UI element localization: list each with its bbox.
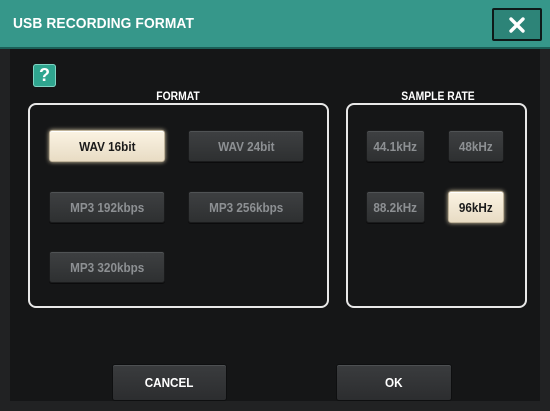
format-option-mp3-256kbps[interactable]: MP3 256kbps <box>188 191 304 223</box>
format-option-mp3-320kbps[interactable]: MP3 320kbps <box>49 251 165 283</box>
close-button[interactable] <box>492 8 542 41</box>
format-option-wav-16bit[interactable]: WAV 16bit <box>49 130 165 162</box>
format-option-mp3-192kbps[interactable]: MP3 192kbps <box>49 191 165 223</box>
sample-rate-section-label: SAMPLE RATE <box>401 91 475 103</box>
dialog-title: USB RECORDING FORMAT <box>13 15 194 32</box>
cancel-button[interactable]: CANCEL <box>112 364 227 401</box>
sample-rate-option-88-2khz[interactable]: 88.2kHz <box>366 191 425 223</box>
format-option-wav-24bit[interactable]: WAV 24bit <box>188 130 304 162</box>
close-icon <box>509 16 525 33</box>
sample-rate-option-48khz[interactable]: 48kHz <box>448 130 504 162</box>
help-button[interactable]: ? <box>33 64 56 87</box>
sample-rate-option-44-1khz[interactable]: 44.1kHz <box>366 130 425 162</box>
title-bar: USB RECORDING FORMAT <box>0 0 550 49</box>
ok-button[interactable]: OK <box>336 364 452 401</box>
usb-recording-format-dialog: USB RECORDING FORMAT ? FORMAT WAV 16bit … <box>0 0 550 411</box>
sample-rate-option-96khz[interactable]: 96kHz <box>448 191 504 223</box>
format-section-label: FORMAT <box>156 91 200 103</box>
